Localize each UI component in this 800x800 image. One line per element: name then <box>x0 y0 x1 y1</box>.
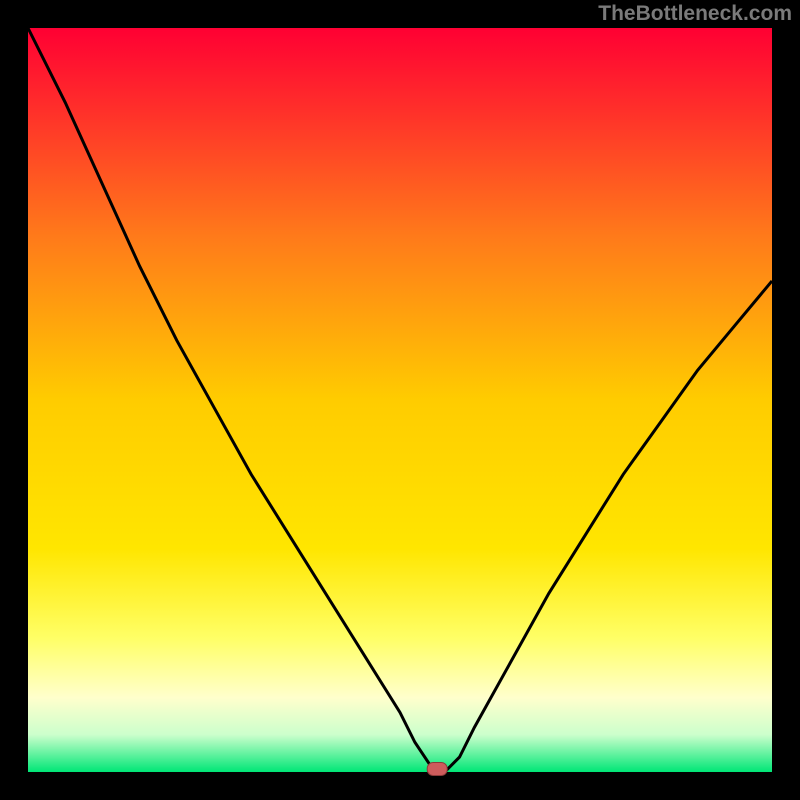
bottleneck-curve-chart <box>0 0 800 800</box>
chart-container: TheBottleneck.com <box>0 0 800 800</box>
optimal-point-marker <box>427 763 447 776</box>
plot-background <box>28 28 772 772</box>
watermark-text: TheBottleneck.com <box>598 2 792 26</box>
